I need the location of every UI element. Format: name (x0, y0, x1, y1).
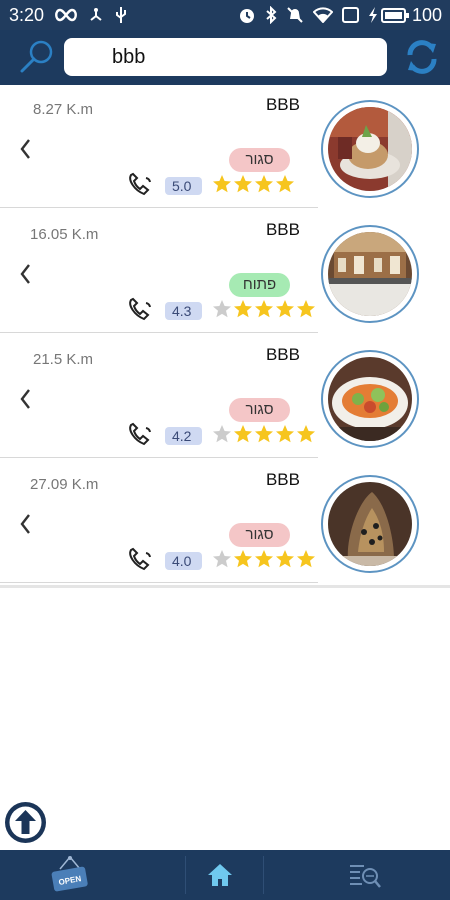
row-divider (0, 582, 318, 583)
scroll-to-top-button[interactable] (5, 802, 46, 843)
infinity-icon (54, 8, 78, 22)
star-rating (212, 424, 316, 444)
alarm-icon (238, 6, 256, 24)
phone-icon[interactable] (126, 547, 154, 573)
distance-label: 21.5 K.m (33, 351, 94, 368)
restaurant-name: BBB (265, 95, 300, 114)
star-icon (276, 550, 294, 568)
star-icon (276, 425, 294, 443)
list-item[interactable]: 8.27 K.m BBB סגור 5.0 (0, 85, 450, 210)
nav-open-places[interactable]: OPEN (0, 850, 140, 900)
status-badge: סגור (229, 148, 290, 172)
distance-label: 27.09 K.m (30, 476, 99, 493)
chevron-left-icon[interactable] (16, 260, 34, 288)
star-rating (212, 549, 316, 569)
star-icon (297, 425, 315, 443)
status-badge: סגור (229, 398, 290, 422)
status-badge: פתוח (229, 273, 290, 297)
star-icon (297, 550, 315, 568)
star-icon (255, 300, 273, 318)
list-bottom-divider (0, 585, 450, 588)
search-list-icon (350, 865, 381, 888)
phone-icon[interactable] (126, 172, 154, 198)
star-icon (234, 425, 252, 443)
star-empty-icon (213, 300, 231, 318)
nav-divider (263, 856, 264, 894)
star-icon (297, 300, 315, 318)
restaurant-photo[interactable] (321, 100, 419, 198)
restaurant-photo[interactable] (321, 475, 419, 573)
row-divider (0, 457, 318, 458)
row-divider (0, 332, 318, 333)
chevron-left-icon[interactable] (16, 510, 34, 538)
status-badge: סגור (229, 523, 290, 547)
restaurant-name: BBB (265, 345, 300, 364)
usb-tree-icon (88, 7, 104, 23)
bluetooth-icon (265, 6, 277, 24)
list-item[interactable]: 27.09 K.m BBB סגור 4.0 (0, 460, 450, 585)
status-bar: 3:20 100 (0, 0, 450, 30)
battery-level: 100 (411, 4, 442, 25)
nav-home[interactable] (150, 850, 290, 900)
rating-value: 4.2 (165, 427, 202, 445)
charging-icon (368, 7, 378, 23)
screen-icon (341, 7, 359, 23)
star-icon (255, 175, 273, 193)
search-icon[interactable] (18, 38, 56, 76)
star-rating (212, 174, 295, 194)
star-icon (234, 550, 252, 568)
restaurant-photo[interactable] (321, 225, 419, 323)
star-empty-icon (213, 550, 231, 568)
wifi-icon (312, 7, 333, 23)
list-item[interactable]: 16.05 K.m BBB פתוח 4.3 (0, 210, 450, 335)
rating-value: 4.3 (165, 302, 202, 320)
chevron-left-icon[interactable] (16, 385, 34, 413)
phone-icon[interactable] (126, 422, 154, 448)
restaurant-photo[interactable] (321, 350, 419, 448)
row-divider (0, 207, 318, 208)
list-item[interactable]: 21.5 K.m BBB סגור 4.2 (0, 335, 450, 460)
star-icon (255, 550, 273, 568)
star-icon (234, 175, 252, 193)
restaurant-list: 8.27 K.m BBB סגור 5.0 16.05 K.m BBB פתוח… (0, 85, 450, 585)
star-empty-icon (213, 425, 231, 443)
status-time: 3:20 (9, 4, 45, 25)
star-icon (276, 175, 294, 193)
star-icon (255, 425, 273, 443)
phone-icon[interactable] (126, 297, 154, 323)
chevron-left-icon[interactable] (16, 135, 34, 163)
usb-icon (114, 6, 128, 24)
rating-value: 4.0 (165, 552, 202, 570)
refresh-icon[interactable] (402, 37, 442, 77)
battery: 100 (368, 5, 442, 26)
search-input[interactable] (64, 38, 387, 76)
star-rating (212, 299, 316, 319)
distance-label: 8.27 K.m (33, 101, 94, 118)
star-icon (234, 300, 252, 318)
open-sign-icon: OPEN (51, 856, 88, 892)
rating-value: 5.0 (165, 177, 202, 195)
mute-icon (286, 6, 304, 24)
restaurant-name: BBB (265, 220, 300, 239)
restaurant-name: BBB (265, 470, 300, 489)
battery-icon (380, 7, 409, 23)
arrow-up-icon (9, 806, 42, 839)
star-icon (213, 175, 231, 193)
star-icon (276, 300, 294, 318)
app-header (0, 30, 450, 85)
home-icon (208, 864, 232, 886)
bottom-nav: OPEN (0, 850, 450, 900)
distance-label: 16.05 K.m (30, 226, 99, 243)
nav-search-list[interactable] (295, 850, 435, 900)
